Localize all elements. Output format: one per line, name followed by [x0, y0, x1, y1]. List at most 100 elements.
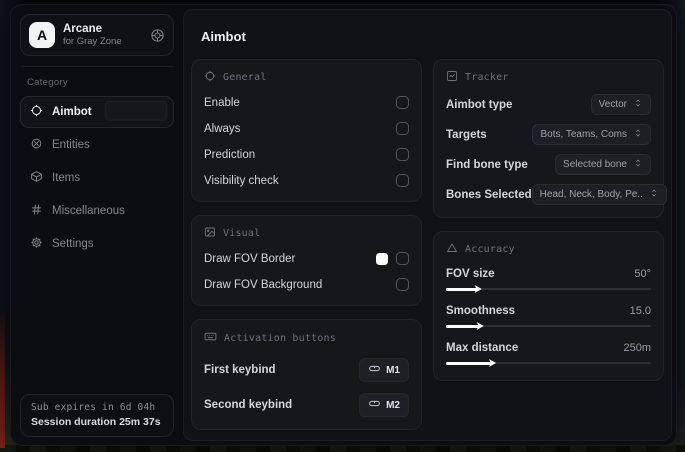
package-icon — [30, 170, 43, 186]
mouse-icon — [368, 397, 381, 413]
row-label: Always — [204, 122, 241, 135]
row-label: Enable — [204, 96, 240, 109]
row-label: Bones Selected — [446, 188, 532, 201]
fov-border-checkbox[interactable] — [396, 252, 409, 265]
sidebar-nav: Aimbot Entities Items Miscellaneous Sett… — [20, 96, 174, 260]
fov-size-slider[interactable] — [446, 284, 651, 294]
panel-title: General — [223, 72, 267, 83]
tracker-row-targets: Targets Bots, Teams, Coms — [446, 124, 651, 145]
smoothness-value: 15.0 — [629, 305, 651, 317]
panel-title: Visual — [223, 228, 261, 239]
smoothness-slider[interactable] — [446, 321, 651, 331]
chevrons-up-down-icon — [633, 98, 643, 111]
chevrons-up-down-icon — [633, 158, 643, 171]
chevrons-up-down-icon — [649, 188, 659, 201]
sidebar-item-label: Settings — [52, 238, 94, 250]
general-row-always: Always — [204, 120, 409, 137]
sidebar-item-entities[interactable]: Entities — [20, 129, 174, 161]
fov-border-color-swatch[interactable] — [376, 252, 388, 265]
sidebar-item-aimbot[interactable]: Aimbot — [20, 96, 174, 128]
panel-activation-buttons: Activation buttons First keybind M1 Seco… — [191, 319, 422, 430]
hash-icon — [30, 203, 43, 219]
row-label: Second keybind — [204, 399, 293, 411]
brand-card: A Arcane for Gray Zone — [20, 14, 174, 56]
sidebar-item-settings[interactable]: Settings — [20, 228, 174, 260]
max-distance-slider[interactable] — [446, 358, 651, 368]
sidebar-item-label: Miscellaneous — [52, 205, 125, 217]
keyboard-icon — [204, 330, 217, 346]
sub-expires-text: Sub expires in 6d 04h — [31, 402, 156, 413]
crosshair-icon — [30, 104, 43, 120]
sidebar-item-label: Items — [52, 172, 81, 184]
sidebar-item-label: Entities — [52, 139, 90, 151]
tracker-row-aimbot-type: Aimbot type Vector — [446, 94, 651, 115]
general-row-prediction: Prediction — [204, 146, 409, 163]
chevrons-up-down-icon — [633, 128, 643, 141]
sidebar-item-miscellaneous[interactable]: Miscellaneous — [20, 195, 174, 227]
first-keybind-button[interactable]: M1 — [359, 358, 409, 382]
brand-logo: A — [29, 22, 55, 48]
main-content: Aimbot General Enable Always Prediction … — [183, 9, 672, 441]
aimbot-type-select[interactable]: Vector — [590, 94, 651, 115]
targets-select[interactable]: Bots, Teams, Coms — [532, 124, 651, 145]
subscription-footer: Sub expires in 6d 04h Session duration 2… — [20, 394, 174, 437]
watermark — [105, 101, 167, 121]
brand-name: Arcane — [63, 23, 102, 35]
row-label: First keybind — [204, 364, 276, 376]
activation-row-second-keybind: Second keybind M2 — [204, 393, 409, 417]
keybind-value: M2 — [386, 399, 400, 411]
visual-row-fov-background: Draw FOV Background — [204, 276, 409, 293]
always-checkbox[interactable] — [396, 122, 409, 135]
row-label: FOV size — [446, 268, 495, 280]
image-icon — [204, 226, 216, 241]
mouse-icon — [368, 362, 381, 378]
row-label: Visibility check — [204, 174, 279, 187]
find-bone-type-select[interactable]: Selected bone — [555, 154, 651, 175]
panel-general: General Enable Always Prediction Visibil… — [191, 59, 422, 202]
smoothness-slider-block: Smoothness 15.0 — [446, 305, 651, 331]
fov-size-slider-block: FOV size 50° — [446, 268, 651, 294]
row-label: Prediction — [204, 148, 256, 161]
activation-row-first-keybind: First keybind M1 — [204, 358, 409, 382]
general-row-enable: Enable — [204, 94, 409, 111]
sidebar-divider — [21, 66, 173, 67]
enable-checkbox[interactable] — [396, 96, 409, 109]
row-label: Max distance — [446, 342, 519, 354]
gear-icon — [30, 236, 43, 252]
bones-selected-select[interactable]: Head, Neck, Body, Pe.. — [531, 184, 667, 205]
session-duration-text: Session duration 25m 37s — [31, 416, 161, 428]
page-title: Aimbot — [201, 29, 246, 44]
panel-title: Tracker — [465, 72, 509, 83]
panel-tracker: Tracker Aimbot type Vector Targets Bots,… — [433, 59, 667, 218]
sidebar-item-items[interactable]: Items — [20, 162, 174, 194]
visibility-check-checkbox[interactable] — [396, 174, 409, 187]
row-label: Draw FOV Background — [204, 278, 323, 291]
second-keybind-button[interactable]: M2 — [359, 393, 409, 417]
select-value: Vector — [598, 99, 627, 110]
fov-background-checkbox[interactable] — [396, 278, 409, 291]
select-value: Head, Neck, Body, Pe.. — [539, 189, 643, 200]
sidebar-item-label: Aimbot — [52, 106, 92, 118]
category-label: Category — [27, 77, 68, 88]
general-row-visibility-check: Visibility check — [204, 172, 409, 189]
activity-icon — [446, 70, 458, 85]
panel-title: Accuracy — [465, 244, 515, 255]
visual-row-fov-border: Draw FOV Border — [204, 250, 409, 267]
tracker-row-bones-selected: Bones Selected Head, Neck, Body, Pe.. — [446, 184, 667, 205]
keybind-value: M1 — [386, 364, 400, 376]
max-distance-value: 250m — [623, 342, 651, 354]
row-label: Targets — [446, 128, 487, 141]
row-label: Aimbot type — [446, 98, 513, 111]
cheat-menu-window: A Arcane for Gray Zone Category Aimbot E… — [10, 4, 677, 446]
crosshair-icon — [204, 70, 216, 85]
fov-size-value: 50° — [634, 268, 651, 280]
entities-radar-icon — [30, 137, 43, 153]
brand-text: Arcane for Gray Zone — [63, 23, 122, 47]
prediction-checkbox[interactable] — [396, 148, 409, 161]
max-distance-slider-block: Max distance 250m — [446, 342, 651, 368]
select-value: Selected bone — [563, 159, 627, 170]
brand-subtitle: for Gray Zone — [63, 36, 122, 47]
lifebuoy-icon[interactable] — [150, 28, 165, 43]
game-background-red-sliver — [0, 308, 5, 448]
panel-title: Activation buttons — [224, 332, 336, 344]
